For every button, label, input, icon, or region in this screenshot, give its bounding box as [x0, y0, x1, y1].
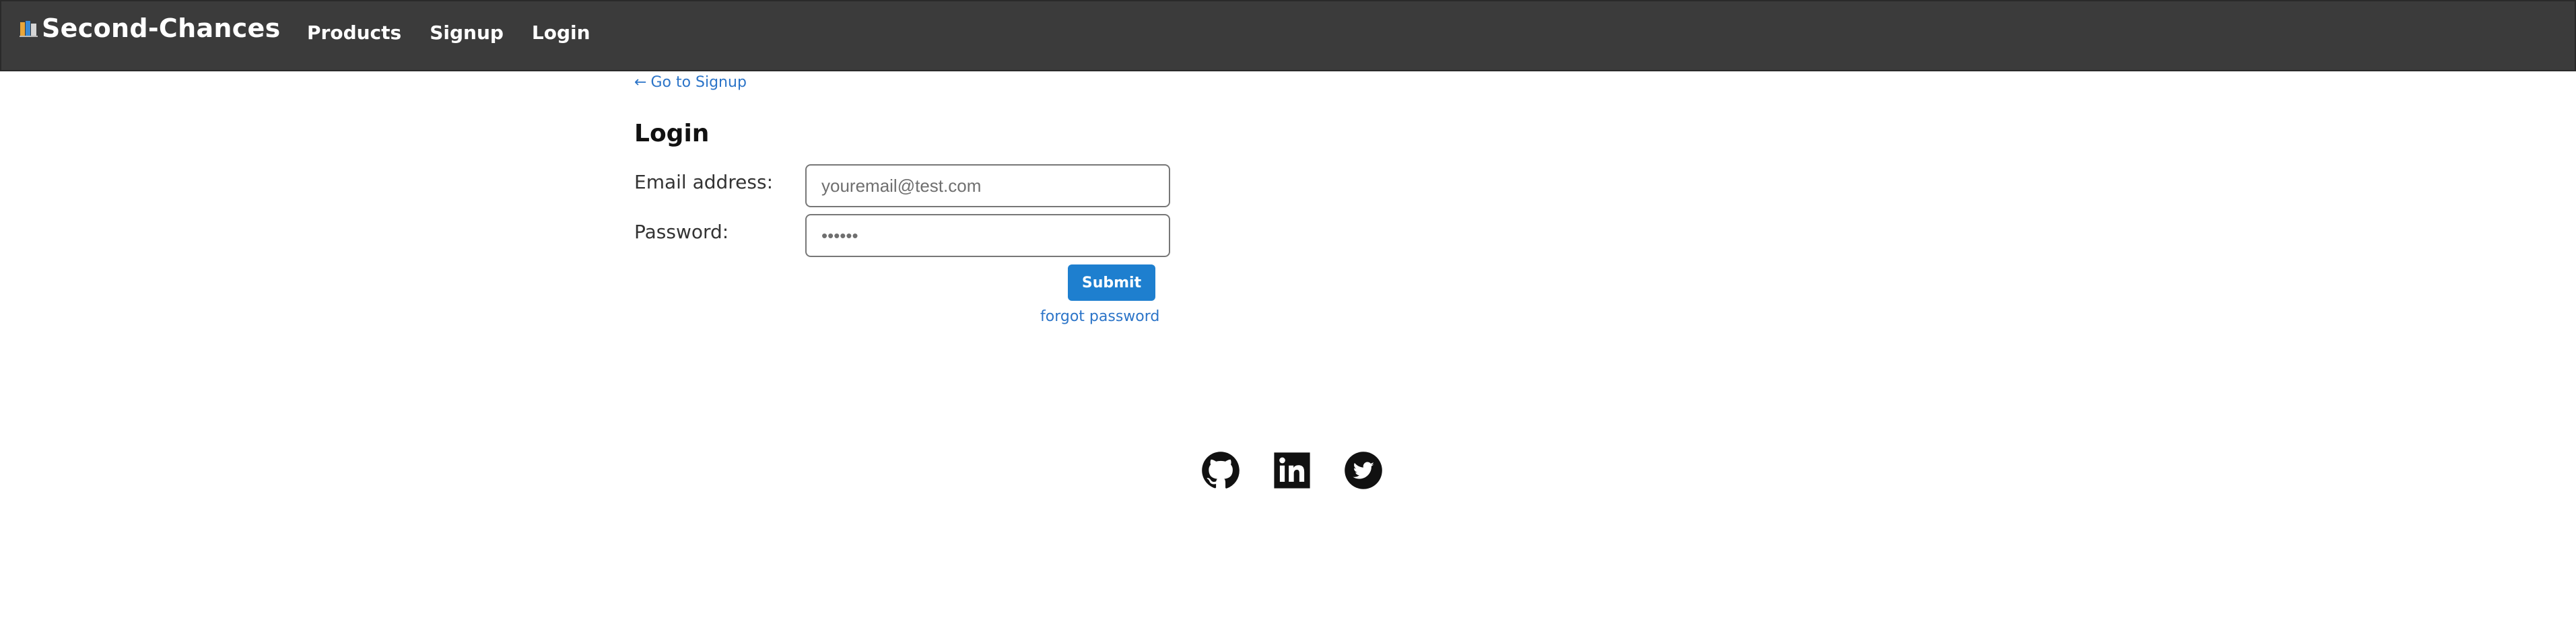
- arrow-left-icon: ←: [634, 74, 647, 91]
- nav-products[interactable]: Products: [307, 22, 401, 44]
- email-label: Email address:: [634, 171, 774, 193]
- brand-name: Second-Chances: [42, 13, 281, 43]
- forgot-password-link[interactable]: forgot password: [1040, 308, 1159, 325]
- submit-button[interactable]: Submit: [1068, 264, 1155, 301]
- go-to-signup-link[interactable]: ← Go to Signup: [634, 74, 747, 91]
- page-title: Login: [634, 120, 710, 147]
- top-navbar: Second-Chances Products Signup Login: [0, 0, 2576, 71]
- linkedin-icon[interactable]: [1273, 451, 1312, 490]
- go-to-signup-label: Go to Signup: [650, 74, 747, 91]
- nav-signup[interactable]: Signup: [430, 22, 504, 44]
- nav-login[interactable]: Login: [532, 22, 590, 44]
- brand-link[interactable]: Second-Chances: [19, 13, 281, 43]
- twitter-icon[interactable]: [1344, 451, 1383, 490]
- main-nav: Products Signup Login: [307, 22, 590, 44]
- password-label: Password:: [634, 221, 729, 243]
- email-input[interactable]: [805, 164, 1170, 207]
- social-footer: [1201, 451, 1383, 490]
- books-logo-icon: [19, 18, 39, 38]
- github-icon[interactable]: [1201, 451, 1240, 490]
- password-input[interactable]: [805, 214, 1170, 257]
